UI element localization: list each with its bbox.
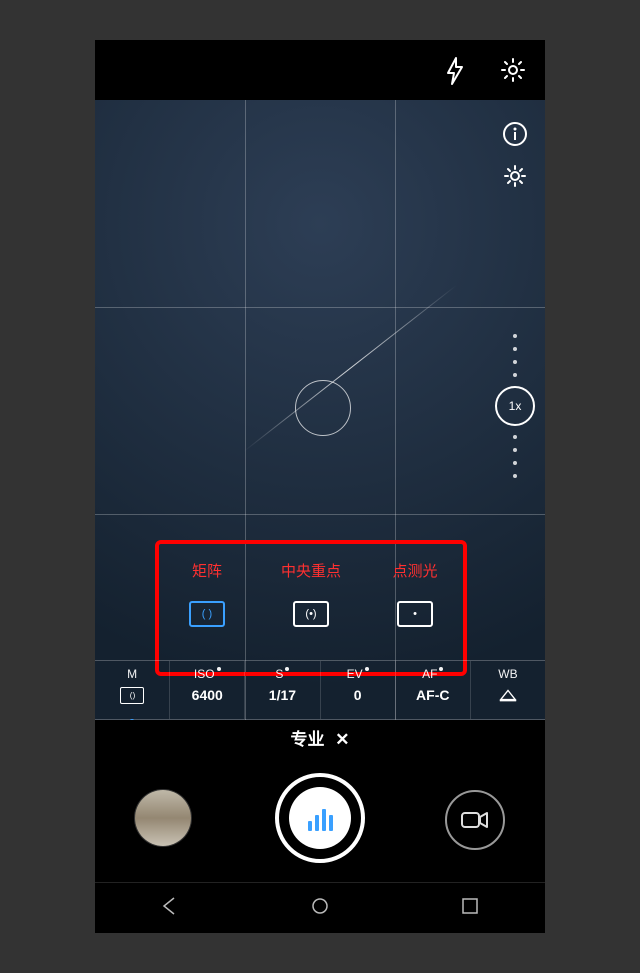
metering-options: 矩阵 ( ) 中央重点 (•) 点测光 • (155, 550, 467, 670)
metering-label: 中央重点 (259, 560, 363, 581)
param-label: ISO (194, 667, 215, 681)
grid-line (95, 307, 545, 308)
nav-home-button[interactable] (290, 896, 350, 921)
info-icon (502, 121, 528, 147)
mode-close-button[interactable]: ✕ (335, 730, 349, 749)
zoom-tick (513, 435, 517, 439)
phone-frame: 1x 矩阵 ( ) 中央重点 (•) 点测光 • (95, 40, 545, 933)
metering-center-icon: (•) (293, 601, 329, 627)
brightness-button[interactable] (497, 158, 533, 194)
metering-label: 矩阵 (155, 560, 259, 581)
metering-matrix-icon: ( ) (189, 601, 225, 627)
param-value: 1/17 (245, 687, 319, 703)
focus-indicator-line (243, 285, 456, 452)
mode-name: 专业 (291, 730, 325, 749)
home-icon (310, 896, 330, 916)
param-value: AF-C (396, 687, 470, 703)
param-label: S (275, 667, 283, 681)
zoom-tick (513, 448, 517, 452)
shutter-row (95, 760, 545, 880)
modified-indicator (217, 667, 221, 671)
param-label: WB (498, 667, 517, 681)
info-button[interactable] (497, 116, 533, 152)
metering-mini-icon: ( ) (120, 687, 144, 704)
viewfinder[interactable]: 1x 矩阵 ( ) 中央重点 (•) 点测光 • (95, 100, 545, 720)
modified-indicator (439, 667, 443, 671)
metering-option-matrix[interactable]: 矩阵 ( ) (155, 550, 259, 670)
metering-option-spot[interactable]: 点测光 • (363, 550, 467, 670)
zoom-level-label: 1x (509, 399, 522, 413)
param-value: 0 (321, 687, 395, 703)
metering-spot-icon: • (397, 601, 433, 627)
zoom-level-indicator[interactable]: 1x (495, 386, 535, 426)
grid-line (95, 514, 545, 515)
shutter-button[interactable] (275, 773, 365, 863)
gallery-thumbnail[interactable] (135, 790, 191, 846)
flash-icon (443, 56, 467, 86)
pro-params-row: M ( ) ISO 6400 S 1/17 EV 0 AF AF-C WB (95, 660, 545, 720)
param-ev[interactable]: EV 0 (321, 661, 396, 719)
flash-toggle[interactable] (443, 56, 467, 86)
viewfinder-overlay-right (495, 110, 535, 200)
mode-row: 专业 ✕ (95, 720, 545, 760)
param-label: AF (422, 667, 437, 681)
zoom-tick (513, 347, 517, 351)
zoom-tick (513, 360, 517, 364)
param-wb[interactable]: WB (471, 661, 545, 719)
shutter-histogram-icon (289, 787, 351, 849)
zoom-tick (513, 373, 517, 377)
modified-indicator (285, 667, 289, 671)
nav-back-button[interactable] (140, 896, 200, 921)
video-icon (461, 810, 489, 830)
system-nav-bar (95, 882, 545, 933)
nav-recent-button[interactable] (440, 897, 500, 920)
focus-ring[interactable] (295, 380, 351, 436)
param-af[interactable]: AF AF-C (396, 661, 471, 719)
param-iso[interactable]: ISO 6400 (170, 661, 245, 719)
settings-button[interactable] (499, 56, 527, 84)
zoom-tick (513, 334, 517, 338)
top-bar (95, 40, 545, 100)
param-value: 6400 (170, 687, 244, 703)
param-label: EV (347, 667, 363, 681)
zoom-tick (513, 474, 517, 478)
wb-icon (498, 687, 518, 703)
modified-indicator (365, 667, 369, 671)
metering-label: 点测光 (363, 560, 467, 581)
param-label: M (127, 667, 137, 681)
gear-icon (499, 56, 527, 84)
metering-option-center[interactable]: 中央重点 (•) (259, 550, 363, 670)
param-shutter[interactable]: S 1/17 (245, 661, 320, 719)
zoom-control[interactable]: 1x (495, 325, 535, 487)
brightness-icon (501, 162, 529, 190)
param-metering[interactable]: M ( ) (95, 661, 170, 719)
back-icon (160, 896, 180, 916)
video-mode-button[interactable] (445, 790, 505, 850)
zoom-tick (513, 461, 517, 465)
recent-icon (461, 897, 479, 915)
